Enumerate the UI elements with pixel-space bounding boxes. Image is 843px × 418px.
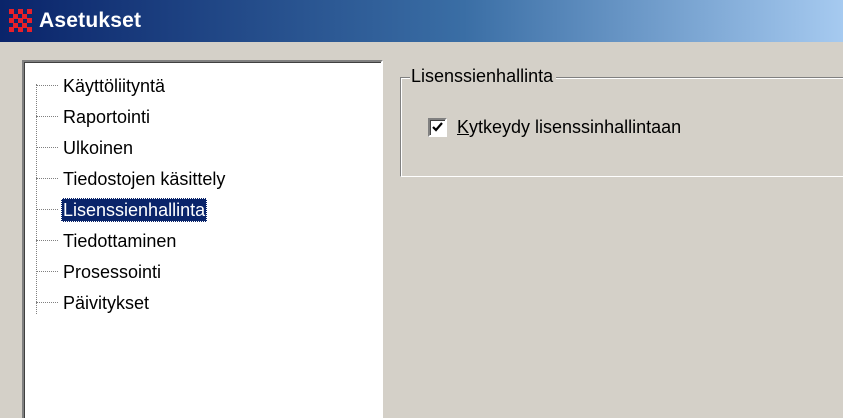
tree-item-label: Ulkoinen [63, 138, 134, 158]
license-connect-mnemonic: K [457, 117, 470, 137]
tree-item-ulkoinen[interactable]: Ulkoinen [36, 135, 135, 161]
tree-connector [36, 116, 58, 118]
license-connect-label-text: ytkeydy lisenssinhallintaan [469, 117, 682, 137]
tree-item-label: Tiedottaminen [63, 231, 177, 251]
tree-item-tiedostojen-kasittely[interactable]: Tiedostojen käsittely [36, 166, 227, 192]
tree-connector [36, 240, 58, 242]
tree-item-label-selected: Lisenssienhallinta [61, 198, 208, 222]
settings-tree[interactable]: Käyttöliityntä Raportointi Ulkoinen Tied… [22, 60, 383, 418]
license-connect-checkbox-row[interactable]: Kytkeydy lisenssinhallintaan [428, 117, 681, 138]
tree-item-label: Prosessointi [63, 262, 162, 282]
tree-connector [36, 85, 58, 87]
tree-connector [36, 147, 58, 149]
tree-item-lisenssienhallinta[interactable]: Lisenssienhallinta [36, 197, 208, 223]
tree-item-label: Tiedostojen käsittely [63, 169, 226, 189]
tree-item-label: Raportointi [63, 107, 151, 127]
tree-connector [36, 271, 58, 273]
license-connect-checkbox[interactable] [428, 118, 447, 137]
tree-connector [36, 302, 58, 304]
tree-item-label: Käyttöliityntä [63, 76, 166, 96]
tree-item-raportointi[interactable]: Raportointi [36, 104, 152, 130]
tree-connector [36, 178, 58, 180]
tree-item-paivitykset[interactable]: Päivitykset [36, 290, 151, 316]
title-bar[interactable]: Asetukset [0, 0, 843, 42]
tree-item-prosessointi[interactable]: Prosessointi [36, 259, 163, 285]
tree-item-kayttoliityntä[interactable]: Käyttöliityntä [36, 73, 167, 99]
settings-window: Asetukset Käyttöliityntä Raportointi Ulk… [0, 0, 843, 418]
tree-item-tiedottaminen[interactable]: Tiedottaminen [36, 228, 178, 254]
license-connect-label: Kytkeydy lisenssinhallintaan [457, 117, 681, 138]
tree-item-label: Päivitykset [63, 293, 150, 313]
groupbox-title: Lisenssienhallinta [410, 64, 557, 88]
window-title: Asetukset [39, 9, 142, 32]
checkmark-icon [432, 122, 443, 132]
tree-connector [36, 209, 58, 211]
app-grid-icon [7, 7, 35, 35]
